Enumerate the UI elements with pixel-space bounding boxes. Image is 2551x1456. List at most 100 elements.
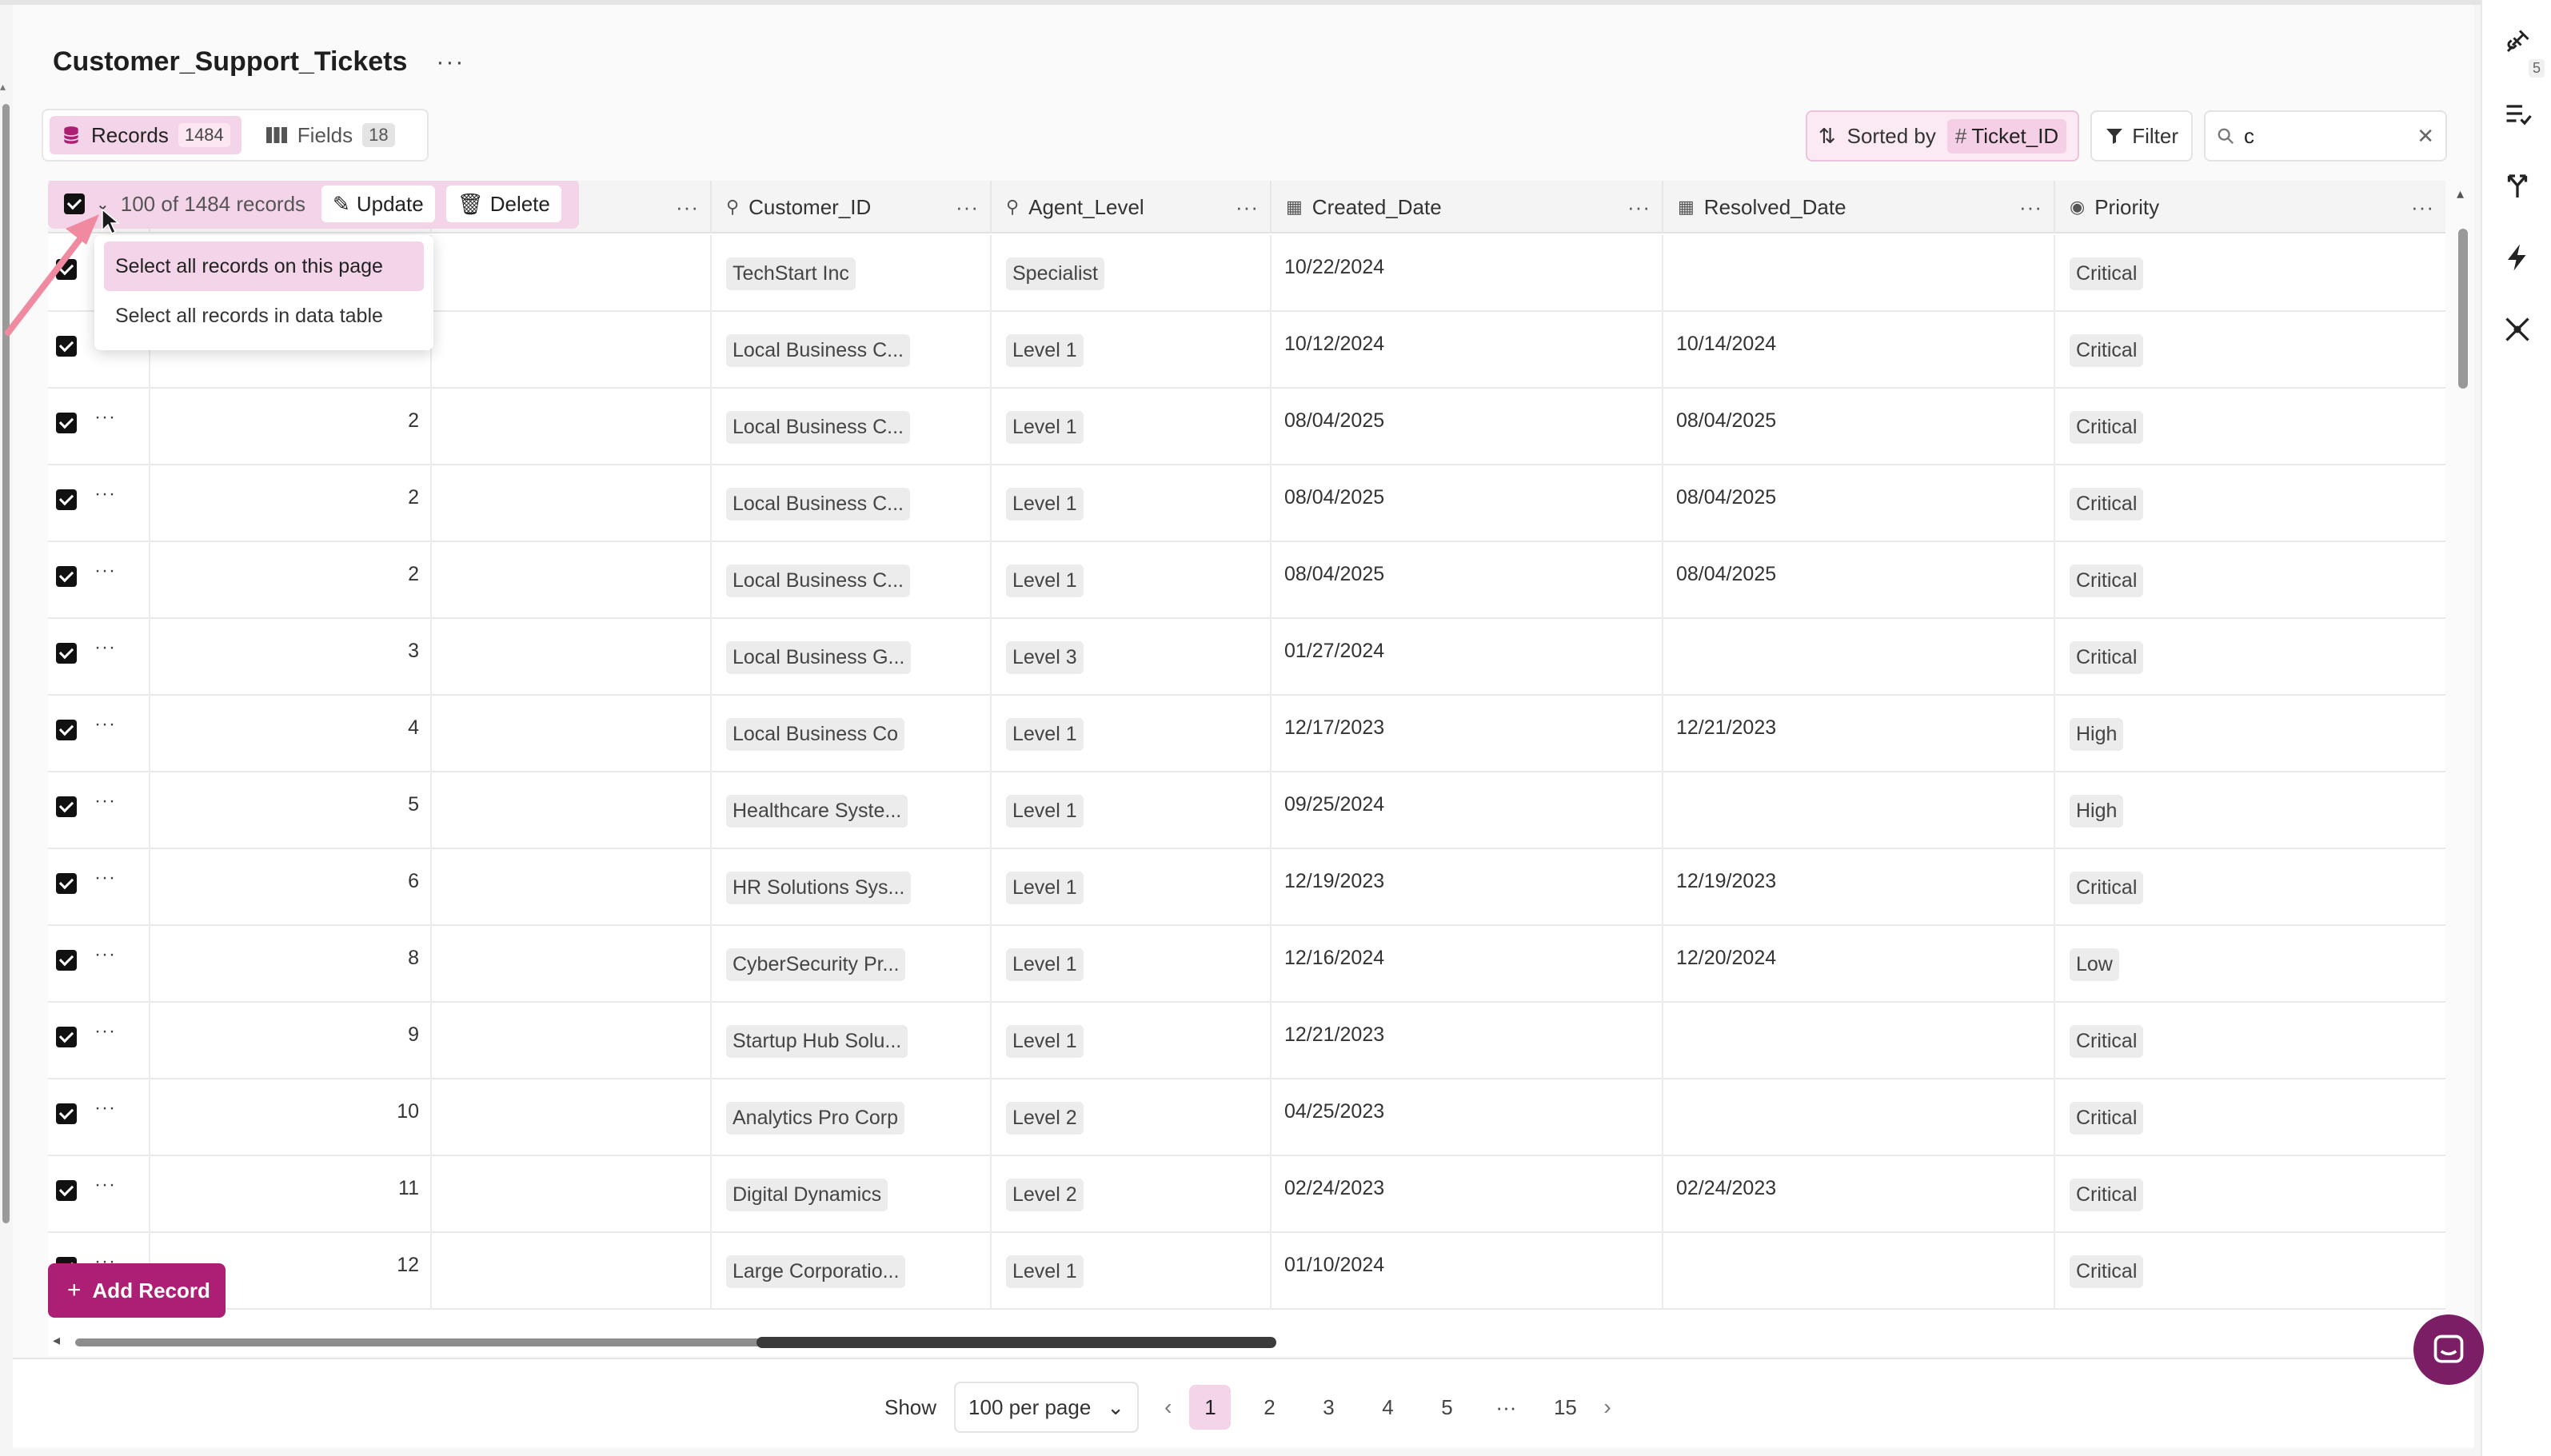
row-checkbox[interactable]	[56, 873, 77, 894]
created-date-cell[interactable]: 01/10/2024	[1272, 1233, 1663, 1310]
created-date-cell[interactable]: 12/21/2023	[1272, 1003, 1663, 1079]
priority-cell[interactable]: Critical	[2055, 465, 2445, 542]
header-resolved-date[interactable]: ▦ Resolved_Date ···	[1663, 181, 2055, 233]
ticket-id-cell[interactable]: 4	[150, 696, 432, 772]
empty-cell[interactable]	[432, 849, 712, 926]
resolved-date-cell[interactable]	[1663, 772, 2055, 849]
row-more-icon[interactable]: ···	[85, 389, 150, 465]
customer-id-cell[interactable]: Digital Dynamics	[712, 1156, 992, 1233]
ticket-id-cell[interactable]: 9	[150, 1003, 432, 1079]
row-more-icon[interactable]: ···	[85, 465, 150, 542]
update-button[interactable]: ✎ Update	[321, 185, 435, 222]
row-more-icon[interactable]: ···	[85, 1156, 150, 1233]
header-priority[interactable]: ◉ Priority ···	[2055, 181, 2445, 233]
customer-id-cell[interactable]: Local Business C...	[712, 465, 992, 542]
next-page-icon[interactable]: ›	[1603, 1394, 1611, 1420]
ticket-id-cell[interactable]: 10	[150, 1079, 432, 1156]
empty-cell[interactable]	[432, 389, 712, 465]
created-date-cell[interactable]: 01/27/2024	[1272, 619, 1663, 696]
row-checkbox[interactable]	[56, 720, 77, 740]
agent-level-cell[interactable]: Level 1	[992, 696, 1272, 772]
row-checkbox[interactable]	[56, 1027, 77, 1047]
empty-cell[interactable]	[432, 1233, 712, 1310]
scroll-left-icon[interactable]: ◂	[53, 1332, 60, 1349]
row-checkbox[interactable]	[56, 1103, 77, 1124]
row-more-icon[interactable]: ···	[85, 696, 150, 772]
empty-cell[interactable]	[432, 312, 712, 389]
row-more-icon[interactable]: ···	[85, 1079, 150, 1156]
empty-cell[interactable]	[432, 926, 712, 1003]
created-date-cell[interactable]: 02/24/2023	[1272, 1156, 1663, 1233]
created-date-cell[interactable]: 08/04/2025	[1272, 389, 1663, 465]
table-row[interactable]: ··· 11 Digital Dynamics Level 2 02/24/2023 02…	[48, 1156, 2445, 1233]
customer-id-cell[interactable]: Analytics Pro Corp	[712, 1079, 992, 1156]
created-date-cell[interactable]: 10/12/2024	[1272, 312, 1663, 389]
created-date-cell[interactable]: 10/22/2024	[1272, 235, 1663, 312]
priority-cell[interactable]: Critical	[2055, 1079, 2445, 1156]
page-3[interactable]: 3	[1307, 1385, 1349, 1430]
customer-id-cell[interactable]: Startup Hub Solu...	[712, 1003, 992, 1079]
row-checkbox[interactable]	[56, 259, 77, 280]
customer-id-cell[interactable]: Local Business C...	[712, 312, 992, 389]
ticket-id-cell[interactable]: 2	[150, 542, 432, 619]
resolved-date-cell[interactable]	[1663, 1079, 2055, 1156]
row-checkbox[interactable]	[56, 796, 77, 817]
row-checkbox[interactable]	[56, 413, 77, 433]
page-5[interactable]: 5	[1426, 1385, 1467, 1430]
priority-cell[interactable]: Critical	[2055, 1003, 2445, 1079]
sort-button[interactable]: ⇅ Sorted by # Ticket_ID	[1805, 110, 2080, 162]
priority-cell[interactable]: High	[2055, 772, 2445, 849]
chevron-down-icon[interactable]: ⌄	[96, 194, 110, 214]
created-date-cell[interactable]: 08/04/2025	[1272, 542, 1663, 619]
chat-button[interactable]	[2413, 1314, 2484, 1385]
left-scrollbar-thumb[interactable]	[2, 104, 10, 1223]
customer-id-cell[interactable]: Local Business C...	[712, 389, 992, 465]
priority-cell[interactable]: Critical	[2055, 1233, 2445, 1310]
row-more-icon[interactable]: ···	[85, 849, 150, 926]
customer-id-cell[interactable]: Large Corporatio...	[712, 1233, 992, 1310]
empty-cell[interactable]	[432, 1156, 712, 1233]
ticket-id-cell[interactable]: 8	[150, 926, 432, 1003]
ticket-id-cell[interactable]: 2	[150, 465, 432, 542]
scroll-up-icon[interactable]: ▴	[0, 80, 6, 94]
table-row[interactable]: ··· 10 Analytics Pro Corp Level 2 04/25/2023…	[48, 1079, 2445, 1156]
page-15[interactable]: 15	[1544, 1385, 1586, 1430]
horizontal-scrollbar[interactable]: ◂	[53, 1332, 1276, 1348]
customer-id-cell[interactable]: TechStart Inc	[712, 235, 992, 312]
row-checkbox[interactable]	[56, 950, 77, 971]
filter-button[interactable]: Filter	[2090, 110, 2193, 162]
empty-cell[interactable]	[432, 235, 712, 312]
per-page-select[interactable]: 100 per page ⌄	[954, 1382, 1140, 1433]
row-checkbox[interactable]	[56, 643, 77, 664]
ticket-id-cell[interactable]: 5	[150, 772, 432, 849]
empty-cell[interactable]	[432, 619, 712, 696]
ticket-id-cell[interactable]: 3	[150, 619, 432, 696]
priority-cell[interactable]: Low	[2055, 926, 2445, 1003]
priority-cell[interactable]: High	[2055, 696, 2445, 772]
tab-fields[interactable]: Fields 18	[254, 116, 406, 154]
page-2[interactable]: 2	[1248, 1385, 1290, 1430]
column-more-icon[interactable]: ···	[1627, 195, 1651, 220]
agent-level-cell[interactable]: Level 2	[992, 1156, 1272, 1233]
table-row[interactable]: ··· 4 Local Business Co Level 1 12/17/2023 12…	[48, 696, 2445, 772]
header-customer-id[interactable]: ⚲ Customer_ID ···	[712, 181, 992, 233]
row-more-icon[interactable]: ···	[85, 926, 150, 1003]
vertical-scrollbar-thumb[interactable]	[2458, 229, 2468, 389]
empty-cell[interactable]	[432, 1079, 712, 1156]
resolved-date-cell[interactable]	[1663, 1003, 2055, 1079]
header-created-date[interactable]: ▦ Created_Date ···	[1272, 181, 1663, 233]
select-table-option[interactable]: Select all records in data table	[104, 291, 424, 341]
agent-level-cell[interactable]: Level 1	[992, 849, 1272, 926]
resolved-date-cell[interactable]	[1663, 619, 2055, 696]
tab-records[interactable]: Records 1484	[50, 116, 242, 154]
column-more-icon[interactable]: ···	[2019, 195, 2042, 220]
lightning-icon[interactable]	[2503, 243, 2532, 272]
horizontal-scrollbar-overlay[interactable]	[757, 1337, 1276, 1348]
created-date-cell[interactable]: 12/19/2023	[1272, 849, 1663, 926]
agent-level-cell[interactable]: Level 2	[992, 1079, 1272, 1156]
agent-level-cell[interactable]: Specialist	[992, 235, 1272, 312]
empty-cell[interactable]	[432, 696, 712, 772]
table-row[interactable]: ··· 2 Local Business C... Level 1 08/04/2025…	[48, 465, 2445, 542]
agent-level-cell[interactable]: Level 3	[992, 619, 1272, 696]
resolved-date-cell[interactable]: 02/24/2023	[1663, 1156, 2055, 1233]
